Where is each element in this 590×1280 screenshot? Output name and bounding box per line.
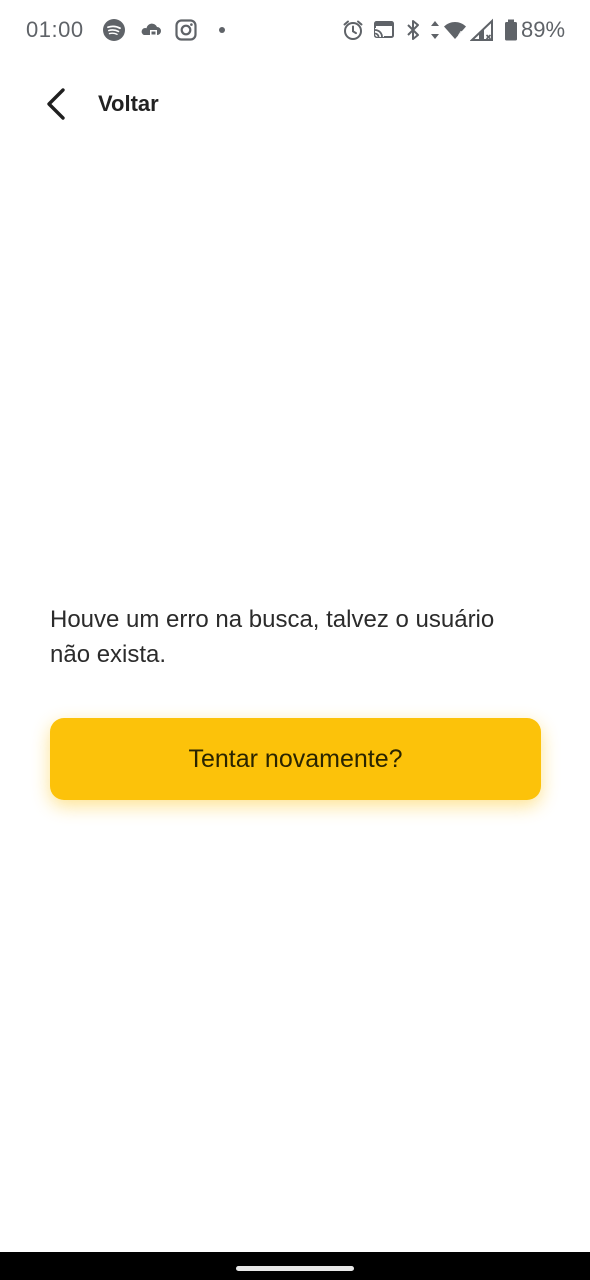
home-indicator[interactable] <box>236 1266 354 1271</box>
battery-icon <box>499 18 523 42</box>
dot-icon <box>210 18 234 42</box>
back-label[interactable]: Voltar <box>98 91 159 117</box>
chevron-left-icon <box>47 88 65 120</box>
bluetooth-icon <box>401 18 425 42</box>
spotify-icon <box>102 18 126 42</box>
alarm-icon <box>341 18 365 42</box>
navigation-bar <box>0 1252 590 1280</box>
error-message: Houve um erro na busca, talvez o usuário… <box>50 606 495 668</box>
signal-icon <box>470 18 494 42</box>
battery-percent: 89% <box>521 17 566 42</box>
back-button[interactable] <box>34 82 78 126</box>
svg-text:4: 4 <box>458 30 463 39</box>
cloud-icon <box>139 18 163 42</box>
wifi-icon: 4 <box>443 18 467 42</box>
header: Voltar <box>0 70 590 136</box>
cast-icon <box>372 18 396 42</box>
instagram-icon <box>174 18 198 42</box>
status-bar: 01:00 4 89% <box>0 0 590 60</box>
retry-button[interactable]: Tentar novamente? <box>50 718 541 800</box>
status-time: 01:00 <box>26 17 84 42</box>
